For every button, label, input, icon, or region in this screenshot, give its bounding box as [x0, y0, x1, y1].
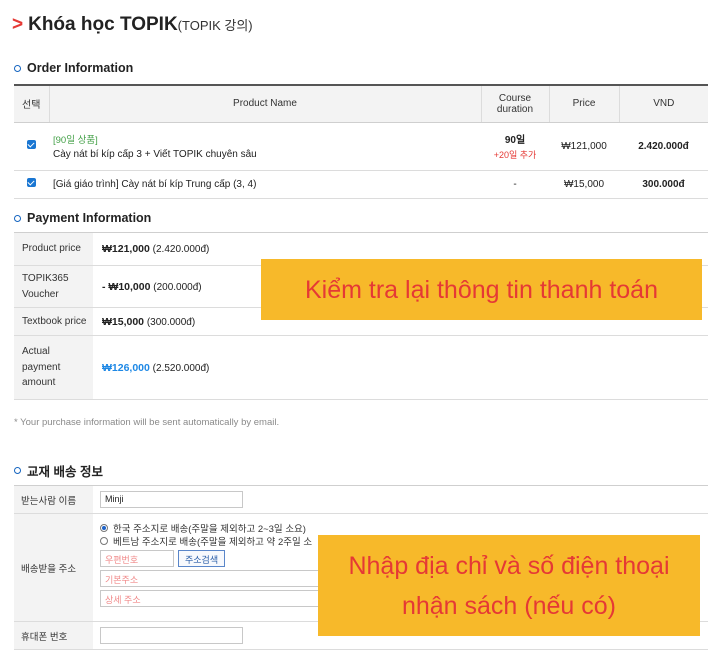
course-duration: 90일 [504, 135, 526, 146]
payment-amount: ₩15,000 [102, 315, 145, 328]
payment-vnd: (200.000đ) [153, 281, 202, 293]
product-price: ₩15,000 [549, 170, 619, 199]
payment-vnd: (2.420.000đ) [152, 244, 210, 255]
postcode-input[interactable]: 우편번호 [100, 550, 174, 567]
col-duration-line1: Course [498, 92, 532, 104]
address-search-button[interactable]: 주소검색 [178, 550, 226, 567]
recipient-label: 받는사람 이름 [14, 485, 93, 514]
payment-label: Product price [14, 232, 93, 266]
ship-korea-option[interactable]: 한국 주소지로 배송(주말을 제외하고 2~3일 소요) [100, 521, 708, 535]
payment-section-title-text: Payment Information [27, 211, 152, 225]
product-vnd: 2.420.000đ [619, 122, 708, 171]
product-tag: [90일 상품] [53, 135, 98, 146]
phone-input[interactable] [100, 627, 243, 644]
order-section-title: Order Information [14, 61, 133, 75]
payment-label-line: Voucher [22, 288, 59, 300]
product-vnd: 300.000đ [619, 170, 708, 199]
product-name: [Giá giáo trình] Cày nát bí kíp Trung cấ… [49, 170, 481, 199]
payment-row-actual-amount: Actual payment amount ₩126,000 (2.520.000đ… [14, 335, 708, 400]
detail-address-input[interactable]: 상세 주소 [100, 590, 320, 607]
table-row: [Giá giáo trình] Cày nát bí kíp Trung cấ… [14, 170, 708, 199]
payment-label: Actual payment amount [14, 335, 93, 400]
order-table: 선택 Product Name Course duration Price VND… [14, 84, 708, 199]
check-payment-callout: Kiểm tra lại thông tin thanh toán [261, 259, 702, 320]
shipping-section-title-text: 교재 배송 정보 [27, 465, 103, 479]
title-arrow-icon: > [12, 14, 24, 35]
payment-label-line: amount [22, 377, 56, 389]
section-bullet-icon [14, 64, 21, 72]
ship-vietnam-label: 베트남 주소지로 배송(주말을 제외하고 약 2주일 소 [113, 536, 313, 548]
col-price: Price [548, 85, 619, 123]
table-row: [90일 상품] Cày nát bí kíp cấp 3 + Viết TOP… [14, 122, 708, 171]
enter-address-callout-line2: nhận sách (nếu có) [401, 591, 616, 620]
payment-label-line: Actual [22, 346, 50, 358]
product-price: ₩121,000 [549, 122, 619, 171]
col-product-name: Product Name [48, 85, 481, 123]
payment-amount: - ₩10,000 [102, 280, 151, 293]
section-bullet-icon [14, 214, 21, 222]
recipient-name-input[interactable]: Minji [100, 491, 243, 508]
payment-label: Textbook price [14, 307, 93, 336]
page-title: > Khóa học TOPIK(TOPIK 강의) [12, 14, 253, 36]
page-title-sub: (TOPIK 강의) [177, 18, 253, 33]
col-duration-line2: duration [496, 103, 534, 115]
payment-amount: ₩126,000 [102, 361, 150, 374]
payment-amount: ₩121,000 [102, 243, 150, 255]
select-checkbox[interactable] [27, 178, 36, 187]
col-select: 선택 [14, 85, 49, 123]
page-title-main: Khóa học TOPIK [28, 14, 178, 35]
radio-unselected-icon[interactable] [100, 536, 108, 545]
recipient-row: 받는사람 이름 Minji [14, 485, 708, 514]
enter-address-callout: Nhập địa chỉ và số điện thoại nhận sách … [318, 535, 700, 636]
payment-section-title: Payment Information [14, 211, 151, 225]
payment-label: TOPIK365 Voucher [14, 265, 93, 308]
enter-address-callout-line1: Nhập địa chỉ và số điện thoại [348, 551, 670, 580]
phone-label: 휴대폰 번호 [14, 621, 93, 650]
shipping-section-title: 교재 배송 정보 [14, 461, 103, 480]
payment-label-line: TOPIK365 [22, 273, 69, 284]
col-vnd: VND [618, 85, 708, 123]
col-course-duration: Course duration [480, 85, 549, 123]
section-bullet-icon [14, 467, 21, 474]
payment-label-line: payment [22, 361, 61, 373]
product-name: Cày nát bí kíp cấp 3 + Viết TOPIK chuyên… [53, 149, 257, 160]
select-checkbox[interactable] [27, 140, 36, 149]
payment-vnd: (2.520.000đ) [152, 362, 210, 374]
radio-selected-icon[interactable] [100, 523, 108, 532]
email-note: * Your purchase information will be sent… [14, 417, 280, 428]
check-payment-callout-text: Kiểm tra lại thông tin thanh toán [304, 275, 658, 304]
address-label: 배송받을 주소 [14, 513, 93, 622]
order-section-title-text: Order Information [27, 61, 134, 75]
ship-korea-label: 한국 주소지로 배송(주말을 제외하고 2~3일 소요) [113, 523, 306, 535]
duration-bonus: +20일 추가 [493, 150, 537, 160]
course-duration: - [481, 170, 549, 199]
base-address-input[interactable]: 기본주소 [100, 570, 320, 587]
order-table-header: 선택 Product Name Course duration Price VND [14, 85, 708, 123]
payment-vnd: (300.000đ) [146, 316, 196, 328]
